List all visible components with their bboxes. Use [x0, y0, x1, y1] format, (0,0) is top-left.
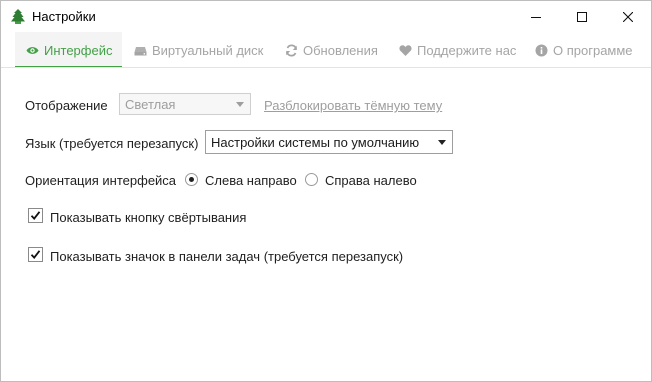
title-bar: Настройки: [1, 1, 651, 32]
close-icon: [623, 11, 633, 22]
checkmark-icon: [30, 211, 41, 220]
tab-updates[interactable]: Обновления: [285, 32, 378, 68]
language-select[interactable]: Настройки системы по умолчанию: [205, 130, 453, 154]
chevron-down-icon: [438, 140, 446, 145]
show-taskbar-icon-checkbox[interactable]: [28, 247, 43, 262]
refresh-icon: [285, 43, 298, 57]
tab-label: О программе: [553, 42, 633, 58]
info-icon: [535, 44, 548, 57]
tab-bar: Интерфейс Виртуальный диск Обновления По…: [1, 32, 651, 68]
minimize-icon: [531, 16, 541, 18]
language-label: Язык (требуется перезапуск): [25, 136, 199, 151]
maximize-icon: [577, 11, 587, 22]
tab-divider: [1, 67, 651, 68]
heart-icon: [399, 44, 412, 57]
radio-right-to-left-label[interactable]: Справа налево: [325, 173, 417, 188]
tab-label: Обновления: [303, 42, 378, 58]
maximize-button[interactable]: [559, 1, 605, 32]
tab-virtual-disk[interactable]: Виртуальный диск: [134, 32, 263, 68]
app-logo-icon: [11, 9, 25, 24]
close-button[interactable]: [605, 1, 651, 32]
show-taskbar-icon-label[interactable]: Показывать значок в панели задач (требуе…: [50, 249, 403, 264]
radio-left-to-right[interactable]: [185, 173, 198, 186]
tab-label: Виртуальный диск: [152, 42, 264, 58]
drive-icon: [134, 44, 147, 57]
theme-select-value: Светлая: [125, 96, 176, 112]
minimize-button[interactable]: [513, 1, 559, 32]
tab-label: Поддержите нас: [417, 42, 517, 58]
radio-left-to-right-label[interactable]: Слева направо: [205, 173, 297, 188]
tab-interface[interactable]: Интерфейс: [15, 32, 122, 68]
radio-right-to-left[interactable]: [305, 173, 318, 186]
orientation-label: Ориентация интерфейса: [25, 173, 177, 188]
tab-support-us[interactable]: Поддержите нас: [399, 32, 516, 68]
checkmark-icon: [30, 250, 41, 259]
show-minimize-button-label[interactable]: Показывать кнопку свёртывания: [50, 210, 246, 225]
display-label: Отображение: [25, 98, 108, 113]
unlock-dark-theme-link[interactable]: Разблокировать тёмную тему: [264, 98, 442, 113]
language-select-value: Настройки системы по умолчанию: [211, 134, 420, 150]
window-title: Настройки: [32, 9, 96, 24]
show-minimize-button-checkbox[interactable]: [28, 208, 43, 223]
tab-about[interactable]: О программе: [535, 32, 633, 68]
tab-label: Интерфейс: [44, 42, 113, 58]
theme-select[interactable]: Светлая: [119, 93, 251, 115]
settings-window: Настройки Интерфейс Виртуальный диск Обн…: [0, 0, 652, 382]
eye-icon: [26, 44, 39, 57]
chevron-down-icon: [236, 102, 244, 107]
